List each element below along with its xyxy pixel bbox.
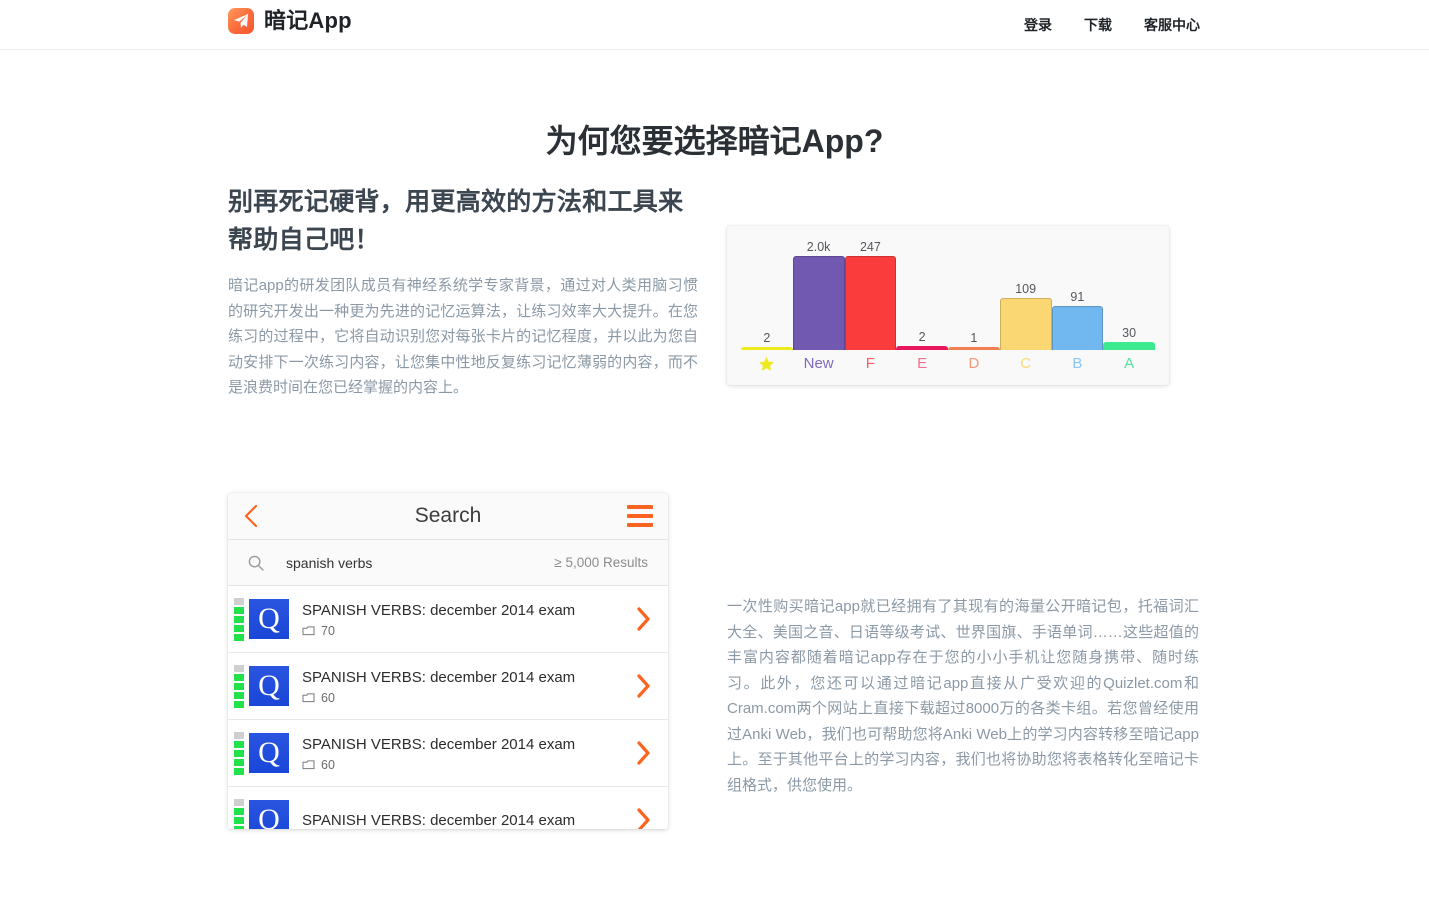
site-header: 暗记App 登录 下载 客服中心 — [0, 0, 1429, 50]
review-forecast-chart: 2 2.0k 247 2 1 109 91 30 New F E D C B A — [727, 226, 1169, 385]
bar-value-label: 30 — [1122, 326, 1137, 340]
quizlet-q-icon: Q — [249, 733, 289, 773]
bar — [1051, 306, 1104, 350]
quizlet-q-icon: Q — [249, 800, 289, 829]
rating-indicator — [234, 597, 244, 641]
result-meta: 60 — [302, 758, 636, 772]
bar — [1103, 342, 1155, 350]
bar-value-label: 1 — [970, 331, 978, 345]
bar-column: 109 — [999, 240, 1052, 350]
x-axis-label: E — [917, 355, 928, 372]
phone-title: Search — [414, 504, 482, 527]
x-axis-label: B — [1072, 355, 1083, 372]
x-axis-label: New — [803, 355, 834, 372]
chevron-right-icon[interactable] — [636, 673, 652, 699]
x-axis-label: F — [865, 355, 875, 372]
section-2-body: 一次性购买暗记app就已经拥有了其现有的海量公开暗记包，托福词汇大全、美国之音、… — [727, 598, 1199, 794]
x-axis-label: A — [1124, 355, 1135, 372]
result-meta: 70 — [302, 624, 636, 638]
nav-item-download[interactable]: 下载 — [1084, 15, 1112, 35]
chevron-right-icon[interactable] — [636, 740, 652, 766]
chart-x-axis: New F E D C B A — [741, 350, 1155, 378]
result-title: SPANISH VERBS: december 2014 exam — [302, 811, 576, 829]
bar — [792, 256, 845, 350]
quizlet-q-glyph: Q — [258, 803, 280, 830]
quizlet-q-icon: Q — [249, 666, 289, 706]
bar-value-label: 247 — [859, 240, 881, 254]
bar-column: 2.0k — [792, 240, 845, 350]
phone-topbar: Search — [228, 493, 668, 540]
page-title: 为何您要选择暗记App? — [545, 123, 884, 159]
bar — [999, 298, 1052, 350]
bar-column: 2 — [741, 240, 793, 350]
x-axis-label: D — [968, 355, 980, 372]
bar-value-label: 2 — [918, 330, 926, 344]
row-texts: SPANISH VERBS: december 2014 exam 60 — [302, 668, 636, 705]
quizlet-q-glyph: Q — [258, 669, 280, 702]
chevron-right-icon[interactable] — [636, 807, 652, 829]
search-results-list: Q SPANISH VERBS: december 2014 exam 70 Q SPA… — [228, 586, 668, 829]
search-result-row[interactable]: Q SPANISH VERBS: december 2014 exam 60 — [228, 653, 668, 720]
chart-bars: 2 2.0k 247 2 1 109 91 30 — [741, 240, 1155, 350]
nav-item-login[interactable]: 登录 — [1024, 15, 1052, 35]
bar — [844, 256, 897, 350]
hamburger-icon[interactable] — [627, 505, 653, 527]
results-count: ≥ 5,000 Results — [554, 555, 648, 570]
rating-indicator — [234, 731, 244, 775]
brand[interactable]: 暗记App — [228, 8, 352, 34]
nav-item-support[interactable]: 客服中心 — [1144, 15, 1200, 35]
brand-name: 暗记App — [264, 8, 352, 33]
row-texts: SPANISH VERBS: december 2014 exam — [302, 811, 636, 830]
quizlet-q-glyph: Q — [258, 602, 280, 635]
main-nav: 登录 下载 客服中心 — [1024, 0, 1200, 50]
bar-value-label: 91 — [1070, 290, 1085, 304]
bar-column: 30 — [1103, 240, 1155, 350]
result-title: SPANISH VERBS: december 2014 exam — [302, 735, 576, 753]
paper-plane-icon — [228, 8, 254, 34]
result-title: SPANISH VERBS: december 2014 exam — [302, 601, 576, 619]
bar-value-label: 2.0k — [806, 240, 831, 254]
x-axis-label — [741, 355, 793, 373]
search-result-row[interactable]: Q SPANISH VERBS: december 2014 exam 60 — [228, 720, 668, 787]
search-bar[interactable]: spanish verbs ≥ 5,000 Results — [228, 540, 668, 586]
star-icon — [759, 356, 775, 371]
folder-icon — [302, 760, 315, 770]
bar-column: 1 — [948, 240, 1000, 350]
bar-column: 2 — [896, 240, 948, 350]
x-axis-label: C — [1020, 355, 1032, 372]
result-title: SPANISH VERBS: december 2014 exam — [302, 668, 576, 686]
quizlet-q-glyph: Q — [258, 736, 280, 769]
magnifier-icon — [248, 555, 264, 571]
search-app-mockup: Search spanish verbs ≥ 5,000 Results Q SP… — [228, 493, 668, 829]
folder-icon — [302, 693, 315, 703]
section-2-text: 一次性购买暗记app就已经拥有了其现有的海量公开暗记包，托福词汇大全、美国之音、… — [727, 594, 1199, 798]
page-body: 为何您要选择暗记App? 别再死记硬背，用更高效的方法和工具来帮助自己吧！ 暗记… — [0, 50, 1429, 900]
folder-icon — [302, 626, 315, 636]
quizlet-q-icon: Q — [249, 599, 289, 639]
section-1-body: 暗记app的研发团队成员有神经系统学专家背景，通过对人类用脑习惯的研究开发出一种… — [228, 277, 698, 396]
section-1-heading: 别再死记硬背，用更高效的方法和工具来帮助自己吧！ — [228, 188, 684, 254]
rating-indicator — [234, 798, 244, 829]
card-count: 60 — [321, 757, 335, 772]
section-1-text: 别再死记硬背，用更高效的方法和工具来帮助自己吧！ 暗记app的研发团队成员有神经… — [228, 183, 698, 401]
card-count: 60 — [321, 690, 335, 705]
row-texts: SPANISH VERBS: december 2014 exam 70 — [302, 601, 636, 638]
rating-indicator — [234, 664, 244, 708]
row-texts: SPANISH VERBS: december 2014 exam 60 — [302, 735, 636, 772]
search-result-row[interactable]: Q SPANISH VERBS: december 2014 exam — [228, 787, 668, 829]
bar-value-label: 2 — [763, 331, 771, 345]
bar-column: 247 — [844, 240, 897, 350]
search-result-row[interactable]: Q SPANISH VERBS: december 2014 exam 70 — [228, 586, 668, 653]
chevron-right-icon[interactable] — [636, 606, 652, 632]
card-count: 70 — [321, 623, 335, 638]
result-meta: 60 — [302, 691, 636, 705]
search-input[interactable]: spanish verbs — [286, 555, 554, 571]
chevron-left-icon[interactable] — [243, 504, 259, 528]
bar-value-label: 109 — [1015, 282, 1037, 296]
bar-column: 91 — [1051, 240, 1104, 350]
